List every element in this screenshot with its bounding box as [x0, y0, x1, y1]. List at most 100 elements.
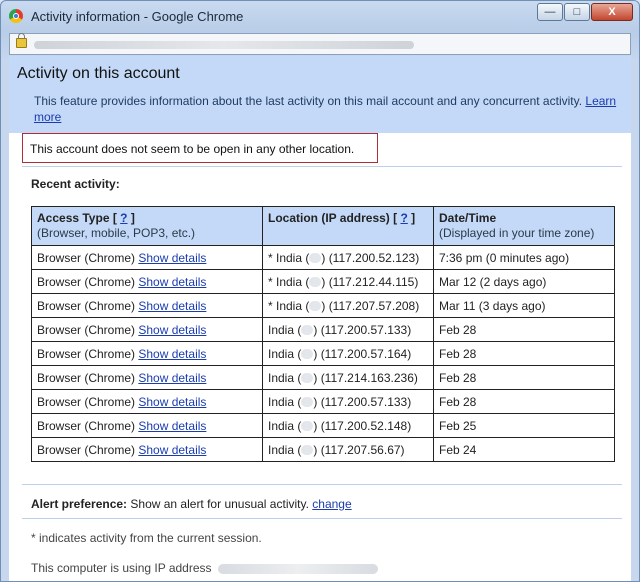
location-ip: ) (117.207.57.208) — [321, 298, 420, 313]
location-prefix: * India ( — [268, 274, 310, 289]
access-type: Browser (Chrome) — [37, 274, 136, 289]
table-row: Browser (Chrome) Show details * India ( ) … — [31, 245, 615, 270]
description-text: This feature provides information about … — [34, 94, 583, 108]
location-cell: * India ( ) (117.212.44.115) — [262, 269, 434, 294]
window-controls: — □ X — [536, 3, 633, 21]
divider — [22, 484, 622, 485]
location-ip: ) (117.200.57.164) — [313, 346, 412, 361]
alert-label: Alert preference: — [31, 497, 128, 511]
location-help-link[interactable]: ? — [400, 211, 407, 225]
location-cell: * India ( ) (117.207.57.208) — [262, 293, 434, 318]
location-redacted — [301, 325, 314, 336]
access-type-help-link[interactable]: ? — [120, 211, 127, 225]
location-ip: ) (117.207.56.67) — [313, 442, 405, 457]
access-cell: Browser (Chrome) Show details — [31, 389, 263, 414]
location-ip: ) (117.200.52.123) — [321, 250, 420, 265]
location-prefix: * India ( — [268, 250, 310, 265]
ip-redacted — [217, 563, 378, 574]
maximize-button[interactable]: □ — [564, 3, 590, 21]
window-title: Activity information - Google Chrome — [31, 9, 244, 24]
location-cell: India () (117.200.52.148) — [262, 413, 434, 438]
location-prefix: India ( — [268, 322, 302, 337]
divider — [22, 518, 622, 519]
access-cell: Browser (Chrome) Show details — [31, 245, 263, 270]
location-prefix: * India ( — [268, 298, 310, 313]
activity-table: Access Type [ ? ] (Browser, mobile, POP3… — [31, 206, 615, 462]
location-redacted — [309, 301, 322, 312]
datetime-cell: Feb 25 — [433, 413, 615, 438]
access-cell: Browser (Chrome) Show details — [31, 269, 263, 294]
datetime-cell: Mar 12 (2 days ago) — [433, 269, 615, 294]
show-details-link[interactable]: Show details — [138, 419, 206, 433]
show-details-link[interactable]: Show details — [138, 251, 206, 265]
datetime-cell: Feb 28 — [433, 341, 615, 366]
datetime-cell: Feb 28 — [433, 389, 615, 414]
access-type: Browser (Chrome) — [37, 418, 136, 433]
divider — [22, 166, 622, 167]
access-type: Browser (Chrome) — [37, 298, 136, 313]
access-type: Browser (Chrome) — [37, 346, 136, 361]
location-redacted — [301, 349, 314, 360]
alert-preference: Alert preference: Show an alert for unus… — [31, 497, 352, 511]
location-redacted — [309, 277, 322, 288]
table-header-row: Access Type [ ? ] (Browser, mobile, POP3… — [31, 206, 615, 246]
notice-text: This account does not seem to be open in… — [30, 142, 355, 156]
location-ip: ) (117.200.57.133) — [313, 394, 412, 409]
location-redacted — [301, 373, 314, 384]
show-details-link[interactable]: Show details — [138, 371, 206, 385]
location-prefix: India ( — [268, 442, 302, 457]
access-type: Browser (Chrome) — [37, 250, 136, 265]
minimize-button[interactable]: — — [537, 3, 563, 21]
show-details-link[interactable]: Show details — [138, 323, 206, 337]
browser-window: Activity information - Google Chrome — □… — [0, 0, 640, 582]
alert-text: Show an alert for unusual activity. — [130, 497, 309, 511]
location-redacted — [309, 253, 322, 264]
datetime-cell: Feb 24 — [433, 437, 615, 462]
access-type-sub: (Browser, mobile, POP3, etc.) — [37, 226, 196, 240]
chrome-logo-icon — [9, 9, 23, 23]
location-label: Location (IP address) — [268, 211, 390, 225]
datetime-cell: 7:36 pm (0 minutes ago) — [433, 245, 615, 270]
show-details-link[interactable]: Show details — [138, 299, 206, 313]
table-row: Browser (Chrome) Show details India ( ) (1… — [31, 437, 615, 462]
page-title: Activity on this account — [17, 65, 180, 82]
access-type: Browser (Chrome) — [37, 370, 136, 385]
table-row: Browser (Chrome) Show details India ( ) (1… — [31, 341, 615, 366]
access-cell: Browser (Chrome) Show details — [31, 413, 263, 438]
access-type: Browser (Chrome) — [37, 442, 136, 457]
show-details-link[interactable]: Show details — [138, 347, 206, 361]
access-cell: Browser (Chrome) Show details — [31, 365, 263, 390]
table-row: Browser (Chrome) Show details India ( ) (1… — [31, 317, 615, 342]
access-cell: Browser (Chrome) Show details — [31, 293, 263, 318]
location-cell: India ( ) (117.200.57.133) — [262, 317, 434, 342]
close-button[interactable]: X — [591, 3, 633, 21]
location-redacted — [301, 421, 314, 432]
location-cell: India ( ) (117.207.56.67) — [262, 437, 434, 462]
access-cell: Browser (Chrome) Show details — [31, 341, 263, 366]
table-row: Browser (Chrome) Show details * India ( ) … — [31, 293, 615, 318]
access-type: Browser (Chrome) — [37, 394, 136, 409]
location-ip: ) (117.212.44.115) — [321, 274, 419, 289]
datetime-cell: Feb 28 — [433, 365, 615, 390]
change-link[interactable]: change — [312, 497, 351, 511]
show-details-link[interactable]: Show details — [138, 275, 206, 289]
lock-icon — [16, 33, 27, 48]
access-cell: Browser (Chrome) Show details — [31, 317, 263, 342]
location-ip: ) (117.200.57.133) — [313, 322, 412, 337]
location-cell: India () (117.214.163.236) — [262, 365, 434, 390]
datetime-cell: Feb 28 — [433, 317, 615, 342]
datetime-label: Date/Time — [439, 211, 497, 225]
location-redacted — [301, 445, 314, 456]
address-bar[interactable] — [9, 33, 631, 55]
location-prefix: India ( — [268, 346, 302, 361]
table-row: Browser (Chrome) Show details * India ( ) … — [31, 269, 615, 294]
show-details-link[interactable]: Show details — [138, 443, 206, 457]
feature-description: This feature provides information about … — [34, 93, 624, 125]
other-location-notice: This account does not seem to be open in… — [22, 133, 378, 163]
location-prefix: India ( — [268, 370, 302, 385]
activity-header: Activity on this account This feature pr… — [9, 56, 631, 133]
page-content: Activity on this account This feature pr… — [9, 56, 631, 581]
location-cell: India ( ) (117.200.57.164) — [262, 341, 434, 366]
header-location: Location (IP address) [ ? ] — [262, 206, 434, 246]
show-details-link[interactable]: Show details — [138, 395, 206, 409]
